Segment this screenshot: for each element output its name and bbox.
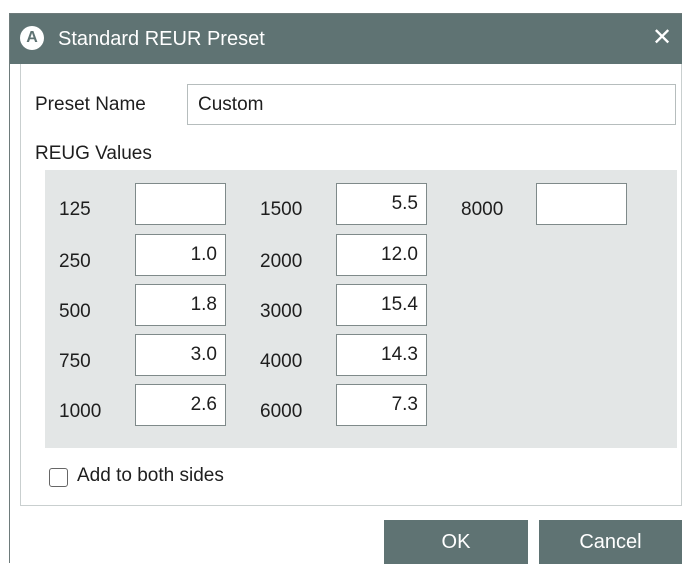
freq-label-125: 125 xyxy=(59,199,91,220)
freq-label-2000: 2000 xyxy=(260,251,303,272)
preset-name-label: Preset Name xyxy=(35,94,146,115)
window-title: Standard REUR Preset xyxy=(58,28,265,50)
freq-label-8000: 8000 xyxy=(461,199,504,220)
preset-dialog: A Standard REUR Preset ✕ Preset Name Cus… xyxy=(9,13,682,564)
cancel-button[interactable]: Cancel xyxy=(539,520,682,564)
preset-name-input[interactable]: Custom xyxy=(187,84,676,125)
reug-input-8000[interactable] xyxy=(536,183,627,225)
reug-values-panel: 125 250 1.0 500 1.8 750 3.0 1000 2.6 150… xyxy=(45,170,677,448)
title-bar: A Standard REUR Preset ✕ xyxy=(10,14,682,64)
freq-label-3000: 3000 xyxy=(260,301,303,322)
reug-input-125[interactable] xyxy=(135,183,226,225)
reug-input-1000[interactable]: 2.6 xyxy=(135,384,226,426)
reug-input-2000[interactable]: 12.0 xyxy=(336,234,427,276)
app-logo-icon: A xyxy=(20,26,44,50)
add-both-sides-label[interactable]: Add to both sides xyxy=(77,464,224,488)
reug-values-label: REUG Values xyxy=(35,143,152,164)
reug-input-3000[interactable]: 15.4 xyxy=(336,284,427,326)
dialog-content: Preset Name Custom REUG Values 125 250 1… xyxy=(20,64,682,506)
freq-label-1500: 1500 xyxy=(260,199,303,220)
freq-label-4000: 4000 xyxy=(260,351,303,372)
reug-input-4000[interactable]: 14.3 xyxy=(336,334,427,376)
close-button[interactable]: ✕ xyxy=(646,22,678,54)
reug-input-750[interactable]: 3.0 xyxy=(135,334,226,376)
reug-input-6000[interactable]: 7.3 xyxy=(336,384,427,426)
freq-label-1000: 1000 xyxy=(59,401,102,422)
freq-label-750: 750 xyxy=(59,351,91,372)
reug-input-500[interactable]: 1.8 xyxy=(135,284,226,326)
reug-input-250[interactable]: 1.0 xyxy=(135,234,226,276)
freq-label-500: 500 xyxy=(59,301,91,322)
freq-label-6000: 6000 xyxy=(260,401,303,422)
add-both-sides-checkbox[interactable] xyxy=(49,468,68,487)
reug-input-1500[interactable]: 5.5 xyxy=(336,183,427,225)
freq-label-250: 250 xyxy=(59,251,91,272)
ok-button[interactable]: OK xyxy=(384,520,528,564)
